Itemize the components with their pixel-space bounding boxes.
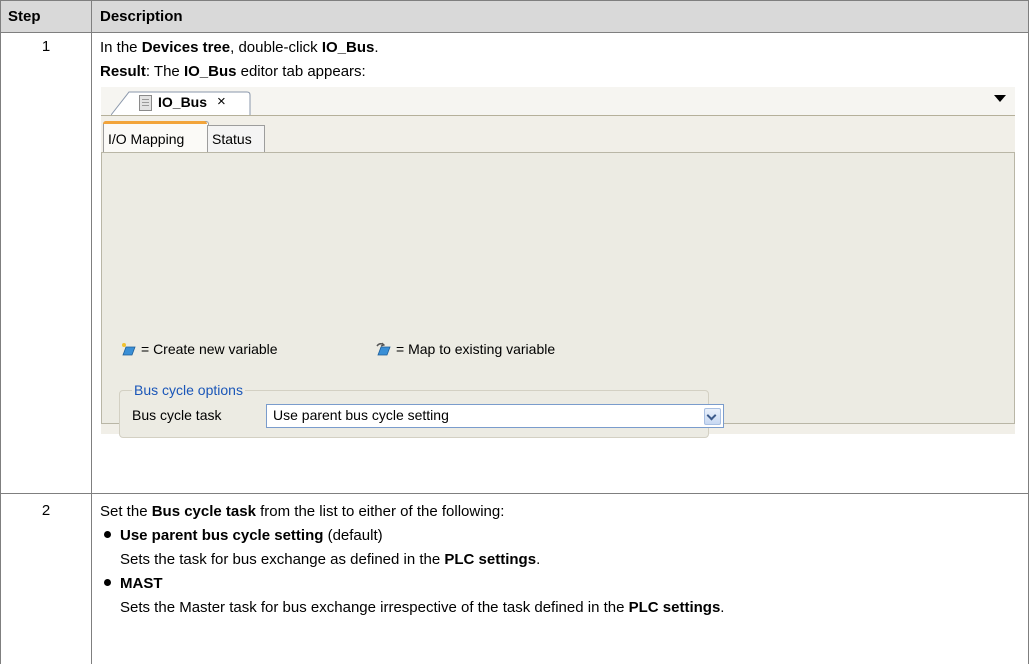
column-divider: [91, 0, 92, 664]
bullet-icon: [104, 579, 111, 586]
option1-description: Sets the task for bus exchange as define…: [120, 551, 541, 568]
map-variable-icon: [376, 342, 391, 356]
row1-line2: Result: The IO_Bus editor tab appears:: [100, 63, 366, 80]
row1-line1: In the Devices tree, double-click IO_Bus…: [100, 39, 379, 56]
editor-tab-strip: IO_Bus ×: [101, 87, 1015, 116]
bus-cycle-task-label: Bus cycle task: [132, 407, 222, 423]
row-divider: [0, 493, 1029, 494]
bullet-icon: [104, 531, 111, 538]
bus-cycle-task-select[interactable]: Use parent bus cycle setting: [266, 404, 724, 428]
group-title: Bus cycle options: [132, 382, 245, 398]
chevron-down-icon[interactable]: [704, 408, 721, 425]
header-step: Step: [8, 8, 41, 25]
create-variable-icon: [122, 343, 136, 356]
option2-description: Sets the Master task for bus exchange ir…: [120, 599, 725, 616]
header-description: Description: [100, 8, 183, 25]
bus-cycle-options-group: Bus cycle options Bus cycle task Use par…: [119, 382, 724, 438]
tab-status[interactable]: Status: [207, 125, 265, 153]
editor-document-tab[interactable]: IO_Bus ×: [111, 91, 251, 116]
legend-create: = Create new variable: [121, 341, 278, 357]
table-border-left: [0, 0, 1, 664]
device-icon: [139, 95, 152, 111]
table-border-right: [1028, 0, 1029, 664]
bus-cycle-task-value: Use parent bus cycle setting: [273, 407, 449, 423]
step-number-2: 2: [41, 502, 51, 519]
chevron-down-icon[interactable]: [994, 95, 1006, 102]
close-icon[interactable]: ×: [217, 93, 226, 110]
option1-title: Use parent bus cycle setting (default): [120, 527, 383, 544]
io-bus-editor: IO_Bus × I/O Mapping Status = Create new…: [101, 87, 1015, 438]
tab-io-mapping[interactable]: I/O Mapping: [103, 121, 209, 153]
table-header: Step Description: [0, 0, 1029, 33]
row2-line1: Set the Bus cycle task from the list to …: [100, 503, 505, 520]
option2-title: MAST: [120, 575, 163, 592]
step-number-1: 1: [41, 38, 51, 55]
legend-map: = Map to existing variable: [376, 341, 555, 357]
procedure-table: Step Description 1 In the Devices tree, …: [0, 0, 1030, 664]
editor-tab-title: IO_Bus: [158, 94, 208, 110]
